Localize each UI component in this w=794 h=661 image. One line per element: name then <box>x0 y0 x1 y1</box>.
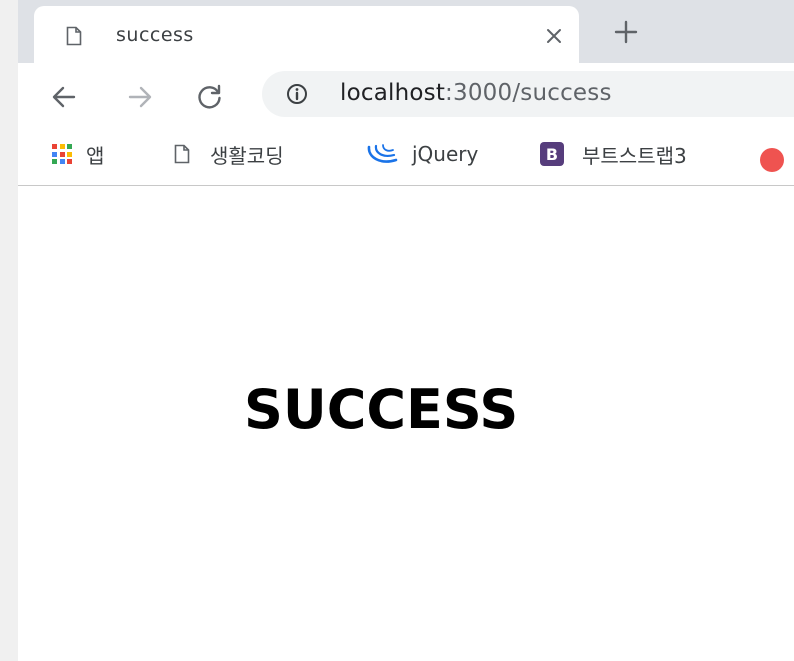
bookmarks-bar: 앱 생활코딩 jQuery B 부트스트랩3 <box>18 125 794 186</box>
page-heading: SUCCESS <box>244 378 519 441</box>
bookmark-jquery[interactable]: jQuery <box>366 139 478 169</box>
arrow-right-icon[interactable] <box>126 83 154 111</box>
bookmark-label: 생활코딩 <box>210 143 284 168</box>
bookmark-label: 앱 <box>86 143 105 168</box>
plus-icon[interactable] <box>614 20 638 44</box>
bootstrap-icon: B <box>540 142 564 166</box>
tab-success[interactable]: success <box>34 6 579 63</box>
apps-grid-icon <box>52 144 72 164</box>
bookmark-bootstrap3[interactable]: B 부트스트랩3 <box>540 139 687 169</box>
toolbar: localhost:3000/success <box>18 63 794 125</box>
document-icon <box>174 144 190 164</box>
arrow-left-icon[interactable] <box>50 83 78 111</box>
jquery-icon <box>367 144 398 163</box>
bookmark-partial-icon[interactable] <box>760 148 784 172</box>
info-icon[interactable] <box>286 83 308 105</box>
bookmark-label: jQuery <box>412 142 479 166</box>
address-bar[interactable]: localhost:3000/success <box>262 71 794 117</box>
url-host: localhost <box>340 80 446 106</box>
reload-icon[interactable] <box>196 83 224 111</box>
close-icon[interactable] <box>544 26 564 46</box>
bookmark-label: 부트스트랩3 <box>582 143 687 168</box>
bookmark-apps[interactable]: 앱 <box>52 139 104 169</box>
page-content: SUCCESS <box>18 186 794 661</box>
tab-title: success <box>116 24 194 46</box>
browser-window: success localhost:3000/success 앱 생활코딩 jQ… <box>18 0 794 661</box>
url-path: :3000/success <box>445 80 612 106</box>
url-text: localhost:3000/success <box>340 80 612 106</box>
document-icon <box>66 26 82 46</box>
tab-strip: success <box>18 0 794 63</box>
bookmark-saenghwal-coding[interactable]: 생활코딩 <box>174 139 284 169</box>
